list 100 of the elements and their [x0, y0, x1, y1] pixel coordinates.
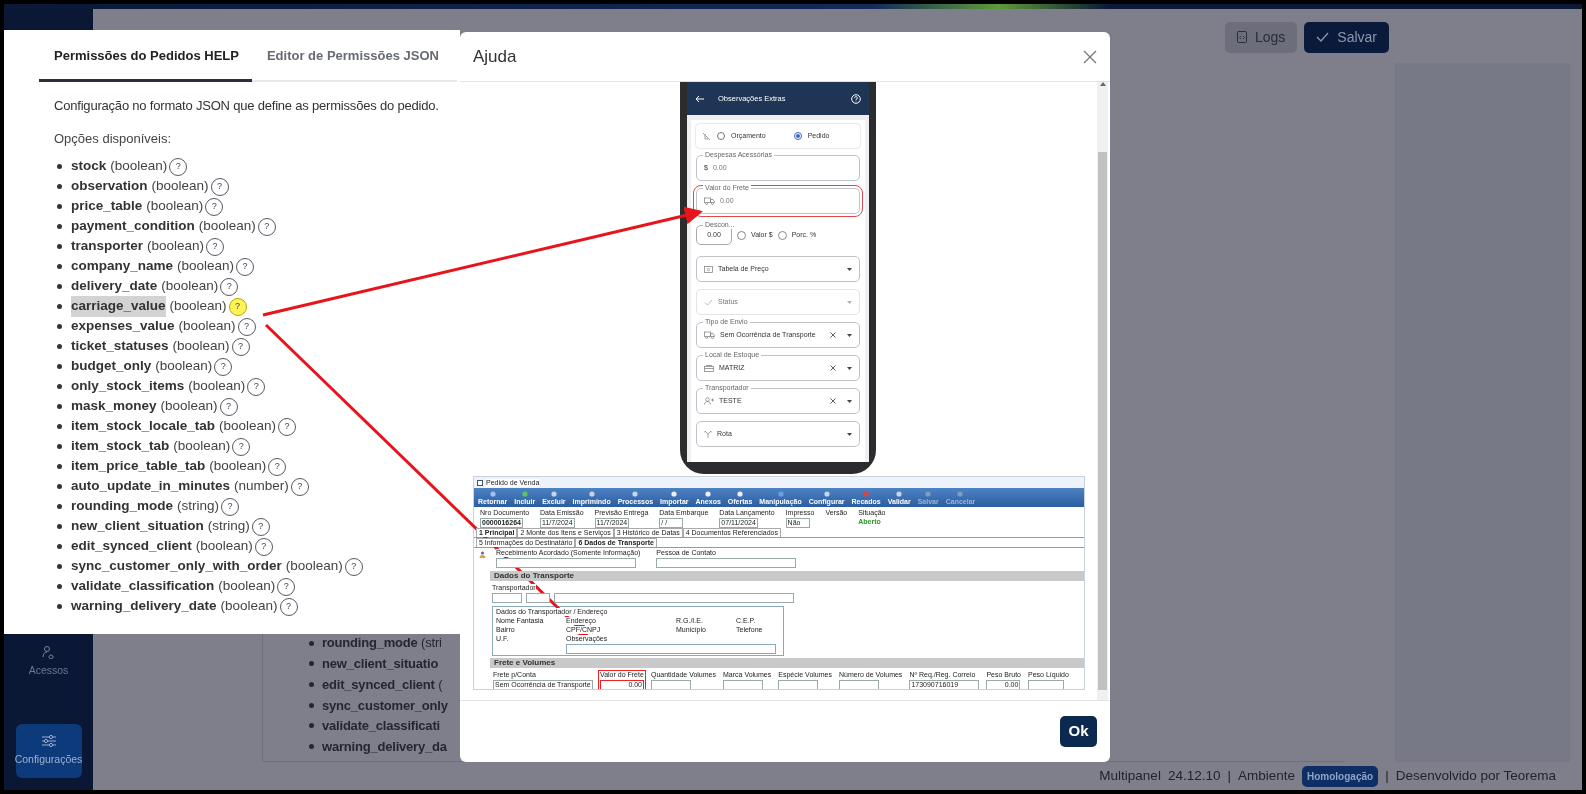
person-icon [478, 551, 486, 558]
bullet-icon [57, 424, 62, 429]
option-type: (string) [177, 497, 219, 516]
option-text: validate_classificati [322, 717, 440, 736]
help-button[interactable]: ? [236, 257, 255, 276]
input-field[interactable] [723, 680, 763, 689]
tab[interactable]: Editor de Permissões JSON [251, 38, 452, 82]
help-button[interactable]: ? [169, 157, 188, 176]
option-type: (boolean) [155, 357, 213, 376]
help-button[interactable]: ? [210, 177, 229, 196]
bullet-icon [57, 604, 62, 609]
scroll-up-icon [1099, 82, 1106, 86]
radio-button[interactable] [717, 132, 725, 140]
input-field[interactable] [1028, 680, 1064, 689]
option-name: ticket_statuses [71, 337, 169, 356]
option-type: (boolean) [178, 317, 236, 336]
caret-down-icon [847, 333, 852, 337]
tab[interactable]: Permissões do Pedidos HELP [39, 38, 252, 82]
scrollbar[interactable] [1097, 82, 1108, 700]
radio-button[interactable] [777, 230, 787, 240]
version-text: 24.12.10 [1167, 766, 1221, 785]
tool-icon [957, 491, 964, 497]
option-type: (boolean) [146, 197, 204, 216]
clear-icon[interactable] [830, 365, 836, 371]
bullet-icon [57, 364, 62, 369]
ok-button[interactable]: Ok [1060, 716, 1097, 747]
option-text: edit_synced_client ( [322, 675, 443, 694]
box-icon [704, 364, 714, 372]
tool-icon [925, 491, 932, 497]
input-field[interactable] [778, 680, 819, 689]
help-button[interactable]: ? [221, 497, 239, 516]
help-button[interactable]: ? [232, 437, 251, 456]
bill-icon [704, 265, 713, 273]
help-button[interactable]: ? [220, 277, 239, 296]
help-button[interactable]: ? [278, 417, 297, 436]
input-field[interactable] [838, 680, 879, 689]
tool-icon [737, 491, 744, 497]
caret-down-icon [847, 432, 852, 436]
help-icon[interactable] [851, 93, 861, 104]
option-type: (boolean) [173, 437, 231, 456]
back-icon[interactable] [695, 94, 704, 103]
option-type: (boolean) [198, 217, 256, 236]
clear-icon[interactable] [830, 398, 836, 404]
sidebar-item[interactable]: Configurações [15, 724, 82, 778]
bullet-icon [309, 723, 314, 729]
radio-button[interactable] [793, 132, 802, 140]
tool-icon [588, 491, 595, 497]
modal-title: Ajuda [473, 45, 517, 68]
option-name: stock [71, 157, 107, 176]
option-name: delivery_date [71, 277, 158, 296]
description-text: Configuração no formato JSON que define as permissões do pedido. [54, 96, 440, 115]
truck-icon [704, 197, 715, 205]
help-button[interactable]: ? [277, 577, 296, 596]
input-field[interactable] [656, 558, 797, 568]
help-button[interactable]: ? [247, 377, 266, 396]
help-button[interactable]: ? [251, 517, 270, 536]
help-button[interactable]: ? [344, 557, 363, 576]
bullet-icon [57, 324, 62, 329]
option-type: (boolean) [172, 337, 230, 356]
help-button[interactable]: ? [231, 337, 250, 356]
file-code-icon [1236, 31, 1247, 43]
help-button[interactable]: ? [205, 197, 224, 216]
help-button[interactable]: ? [219, 397, 238, 416]
option-type: (boolean) [161, 277, 219, 296]
input-field[interactable] [492, 593, 522, 603]
input-field[interactable] [554, 593, 794, 603]
bullet-icon [57, 524, 62, 529]
help-button[interactable]: ? [214, 357, 233, 376]
input-field[interactable] [526, 593, 550, 603]
tool-icon [632, 491, 639, 497]
help-button[interactable]: ? [279, 597, 298, 616]
bullet-icon [57, 504, 62, 509]
sidebar-item[interactable]: Acessos [15, 634, 82, 689]
option-name: rounding_mode [71, 497, 173, 516]
input-field[interactable] [496, 558, 636, 568]
help-button[interactable]: ? [228, 297, 247, 316]
radio-button[interactable] [737, 230, 746, 240]
input-field[interactable] [651, 680, 691, 689]
help-button[interactable]: ? [254, 537, 273, 556]
help-button[interactable]: ? [237, 317, 256, 336]
clear-icon[interactable] [830, 332, 836, 338]
help-button[interactable]: ? [290, 477, 309, 496]
close-icon[interactable] [1083, 49, 1097, 64]
bullet-icon [57, 544, 62, 549]
bullet-icon [309, 682, 314, 688]
caret-down-icon [847, 366, 852, 370]
help-button[interactable]: ? [206, 237, 225, 256]
tool-icon [671, 491, 678, 497]
bullet-icon [57, 224, 62, 229]
option-type: (boolean) [110, 157, 168, 176]
bullet-icon [57, 184, 62, 189]
option-text: rounding_mode (stri [322, 634, 442, 653]
help-button[interactable]: ? [257, 217, 276, 236]
text-area[interactable] [566, 644, 776, 654]
save-button[interactable]: Salvar [1304, 21, 1389, 53]
option-type: (boolean) [195, 537, 253, 556]
help-button[interactable]: ? [268, 457, 287, 476]
option-name: new_client_situation [71, 517, 204, 536]
option-type: (boolean) [188, 377, 246, 396]
option-type: (boolean) [219, 417, 277, 436]
